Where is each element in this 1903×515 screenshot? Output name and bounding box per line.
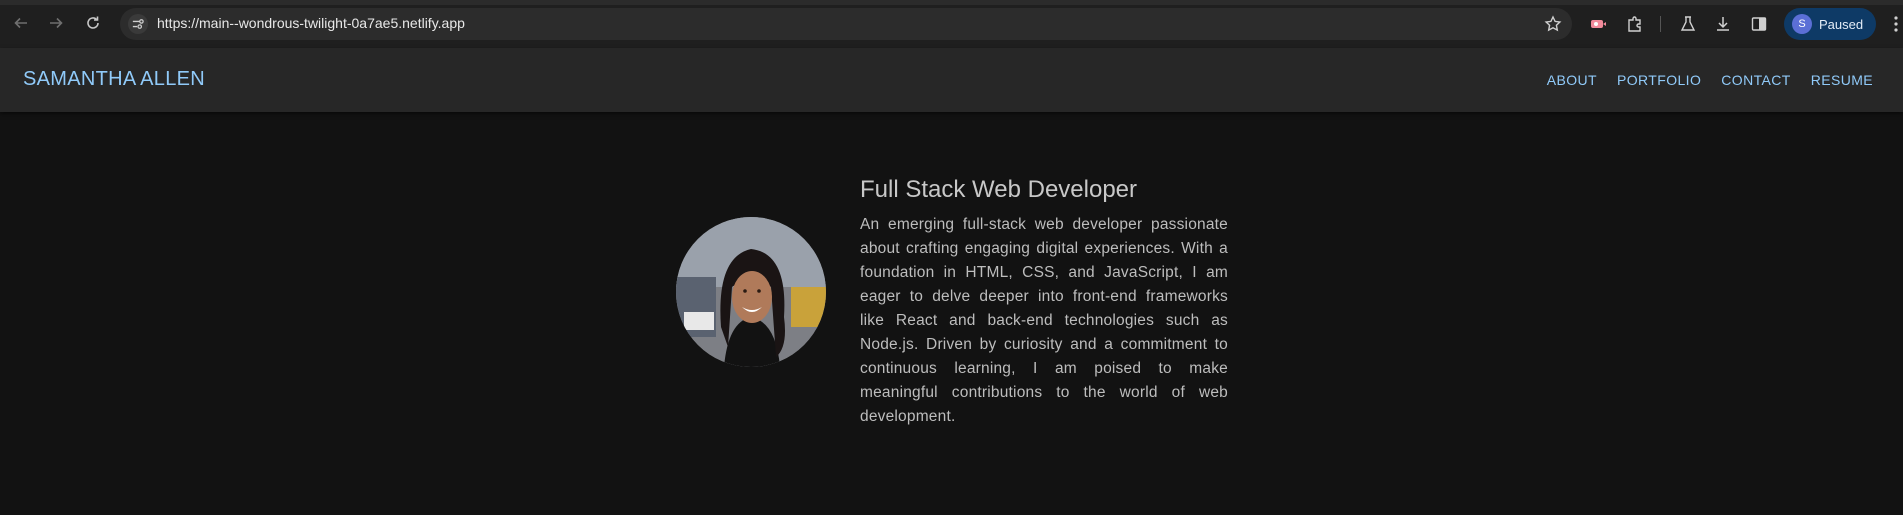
site-brand[interactable]: SAMANTHA ALLEN — [23, 68, 205, 91]
avatar: S — [1792, 14, 1812, 34]
profile-photo — [676, 217, 826, 367]
nav-contact[interactable]: CONTACT — [1721, 72, 1790, 88]
profile-button[interactable]: S Paused — [1784, 8, 1876, 40]
back-icon[interactable] — [11, 13, 31, 33]
site-header: SAMANTHA ALLEN ABOUT PORTFOLIO CONTACT R… — [0, 48, 1903, 112]
hero-description: An emerging full-stack web developer pas… — [860, 216, 1228, 425]
profile-status: Paused — [1819, 16, 1864, 32]
tab-strip-edge — [0, 0, 1903, 5]
nav-resume[interactable]: RESUME — [1811, 72, 1873, 88]
extension-record-icon[interactable] — [1588, 14, 1608, 34]
menu-icon[interactable] — [1892, 14, 1900, 34]
hero-title: Full Stack Web Developer — [860, 176, 1138, 203]
site-nav: ABOUT PORTFOLIO CONTACT RESUME — [1527, 72, 1873, 88]
forward-icon[interactable] — [46, 13, 66, 33]
extensions-icon[interactable] — [1625, 14, 1645, 34]
site-settings-icon[interactable] — [128, 14, 148, 34]
address-bar[interactable]: https://main--wondrous-twilight-0a7ae5.n… — [120, 8, 1572, 40]
reload-icon[interactable] — [83, 13, 103, 33]
toolbar-separator — [1660, 16, 1661, 32]
nav-about[interactable]: ABOUT — [1547, 72, 1597, 88]
nav-portfolio[interactable]: PORTFOLIO — [1617, 72, 1701, 88]
url-text[interactable]: https://main--wondrous-twilight-0a7ae5.n… — [157, 15, 465, 31]
browser-toolbar: https://main--wondrous-twilight-0a7ae5.n… — [0, 0, 1903, 48]
star-icon[interactable] — [1544, 15, 1562, 33]
side-panel-icon[interactable] — [1749, 14, 1769, 34]
labs-icon[interactable] — [1678, 14, 1698, 34]
download-icon[interactable] — [1713, 14, 1733, 34]
